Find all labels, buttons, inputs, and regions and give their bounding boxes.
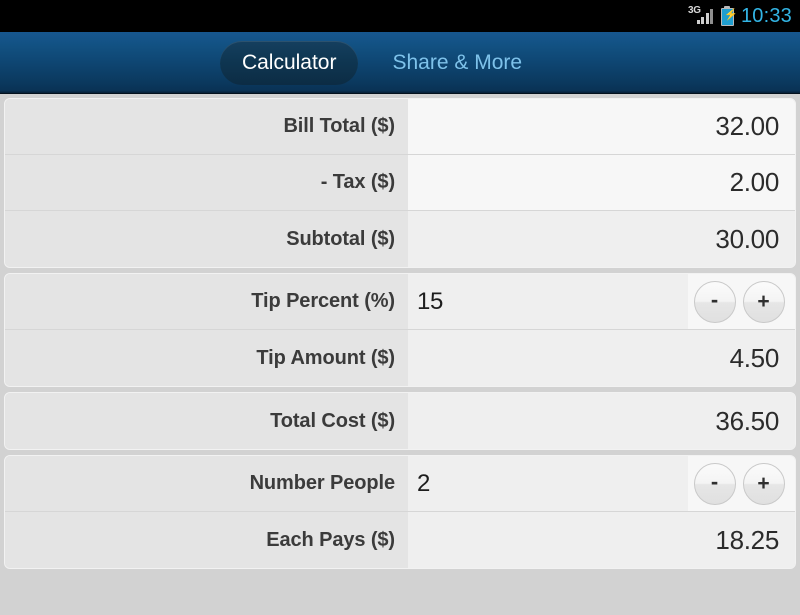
number-people-value: 2 — [417, 469, 431, 497]
number-people-value-cell: 2 - + — [408, 456, 795, 511]
row-tax: - Tax ($) 2.00 — [5, 155, 795, 211]
status-bar-indicators: 3G ⚡ 10:33 — [688, 5, 792, 28]
tip-percent-label: Tip Percent (%) — [5, 274, 408, 329]
tab-share-and-more[interactable]: Share & More — [370, 41, 544, 85]
each-pays-label: Each Pays ($) — [5, 512, 408, 568]
calculator-content: Bill Total ($) 32.00 - Tax ($) 2.00 Subt… — [0, 94, 800, 615]
total-cost-label: Total Cost ($) — [5, 393, 408, 449]
number-people-decrement-button[interactable]: - — [693, 462, 736, 505]
row-total-cost: Total Cost ($) 36.50 — [5, 393, 795, 449]
row-number-people: Number People 2 - + — [5, 456, 795, 512]
row-each-pays: Each Pays ($) 18.25 — [5, 512, 795, 568]
signal-bars-icon: 3G — [688, 5, 714, 26]
tip-amount-label: Tip Amount ($) — [5, 330, 408, 386]
tab-calculator[interactable]: Calculator — [219, 40, 359, 85]
status-bar-clock: 10:33 — [740, 4, 792, 27]
tip-percent-stepper: - + — [688, 274, 795, 329]
number-people-label: Number People — [5, 456, 408, 511]
battery-charging-icon: ⚡ — [720, 6, 738, 26]
subtotal-value: 30.00 — [715, 223, 779, 254]
row-tip-amount: Tip Amount ($) 4.50 — [5, 330, 795, 386]
tax-value: 2.00 — [729, 167, 780, 197]
number-people-stepper: - + — [688, 456, 795, 511]
number-people-increment-button[interactable]: + — [742, 462, 785, 505]
number-people-input[interactable]: 2 — [408, 456, 688, 511]
tip-percent-input[interactable]: 15 — [408, 274, 688, 329]
tax-value-cell[interactable]: 2.00 — [408, 155, 795, 210]
total-cost-value: 36.50 — [715, 405, 779, 436]
tip-group: Tip Percent (%) 15 - + Tip Amount ($) 4.… — [4, 273, 796, 387]
row-tip-percent: Tip Percent (%) 15 - + — [5, 274, 795, 330]
tax-label: - Tax ($) — [5, 155, 408, 210]
bill-total-value-cell[interactable]: 32.00 — [408, 99, 795, 154]
status-bar: 3G ⚡ 10:33 — [0, 0, 800, 32]
subtotal-label: Subtotal ($) — [5, 211, 408, 267]
bill-group: Bill Total ($) 32.00 - Tax ($) 2.00 Subt… — [4, 98, 796, 268]
bill-total-label: Bill Total ($) — [5, 99, 408, 154]
tip-percent-increment-button[interactable]: + — [742, 280, 785, 323]
tip-amount-value: 4.50 — [729, 342, 780, 373]
tab-list: Calculator Share & More — [219, 40, 544, 85]
bill-total-value: 32.00 — [715, 111, 779, 141]
split-group: Number People 2 - + Each Pays ($) 18.25 — [4, 455, 796, 569]
tip-percent-value: 15 — [417, 287, 444, 315]
each-pays-value: 18.25 — [715, 524, 779, 555]
total-group: Total Cost ($) 36.50 — [4, 392, 796, 450]
tip-percent-decrement-button[interactable]: - — [693, 280, 736, 323]
total-cost-value-cell: 36.50 — [408, 393, 795, 449]
each-pays-value-cell: 18.25 — [408, 512, 795, 568]
tip-percent-value-cell: 15 - + — [408, 274, 795, 329]
row-subtotal: Subtotal ($) 30.00 — [5, 211, 795, 267]
tab-bar: Calculator Share & More — [0, 32, 800, 94]
row-bill-total: Bill Total ($) 32.00 — [5, 99, 795, 155]
subtotal-value-cell: 30.00 — [408, 211, 795, 267]
tip-amount-value-cell: 4.50 — [408, 330, 795, 386]
signal-strength-bars — [696, 8, 714, 24]
